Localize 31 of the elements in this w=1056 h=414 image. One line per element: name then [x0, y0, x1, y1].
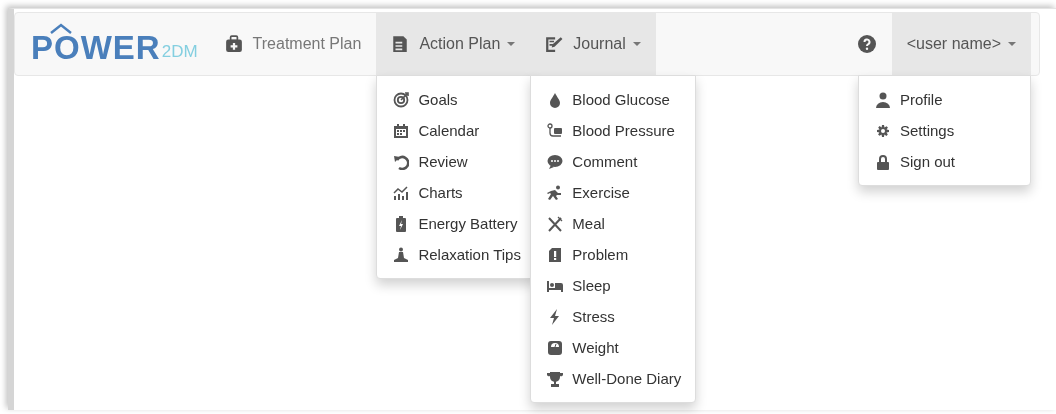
menu-item[interactable]: Settings [859, 115, 1030, 146]
speech-bubble-icon [547, 153, 564, 170]
help-icon[interactable] [857, 35, 876, 53]
nav-menu-button[interactable]: Action Plan [376, 13, 531, 75]
logo-text: POWER [31, 33, 161, 63]
pencil-note-icon [545, 35, 564, 53]
user-icon [875, 91, 891, 108]
nav-menu-button[interactable]: Treatment Plan [209, 13, 377, 75]
calendar-icon [393, 122, 410, 139]
menu-item[interactable]: Weight [531, 332, 696, 363]
scale-icon [547, 339, 564, 356]
undo-arrow-icon [393, 153, 410, 170]
target-icon [393, 91, 410, 108]
menu-item[interactable]: Well-Done Diary [531, 363, 696, 394]
fork-knife-icon [547, 215, 564, 232]
first-aid-kit-icon [224, 35, 243, 53]
nav-menu-button[interactable]: Journal [530, 13, 656, 75]
trophy-icon [547, 370, 564, 387]
nav-menu-button[interactable]: <user name> [891, 13, 1031, 75]
logo-subtext: 2DM [161, 41, 198, 63]
settings-icon [875, 122, 891, 139]
menu-item[interactable]: Stress [531, 301, 696, 332]
roof-icon [50, 23, 72, 35]
chart-icon [393, 184, 410, 201]
blood-pressure-icon [547, 122, 564, 139]
menu-item[interactable]: Sign out [859, 146, 1030, 177]
lock-icon [875, 153, 891, 170]
menu-item[interactable]: Sleep [531, 270, 696, 301]
exclamation-icon [547, 246, 564, 263]
menu-item[interactable]: Profile [859, 84, 1030, 115]
document-icon [391, 35, 410, 53]
